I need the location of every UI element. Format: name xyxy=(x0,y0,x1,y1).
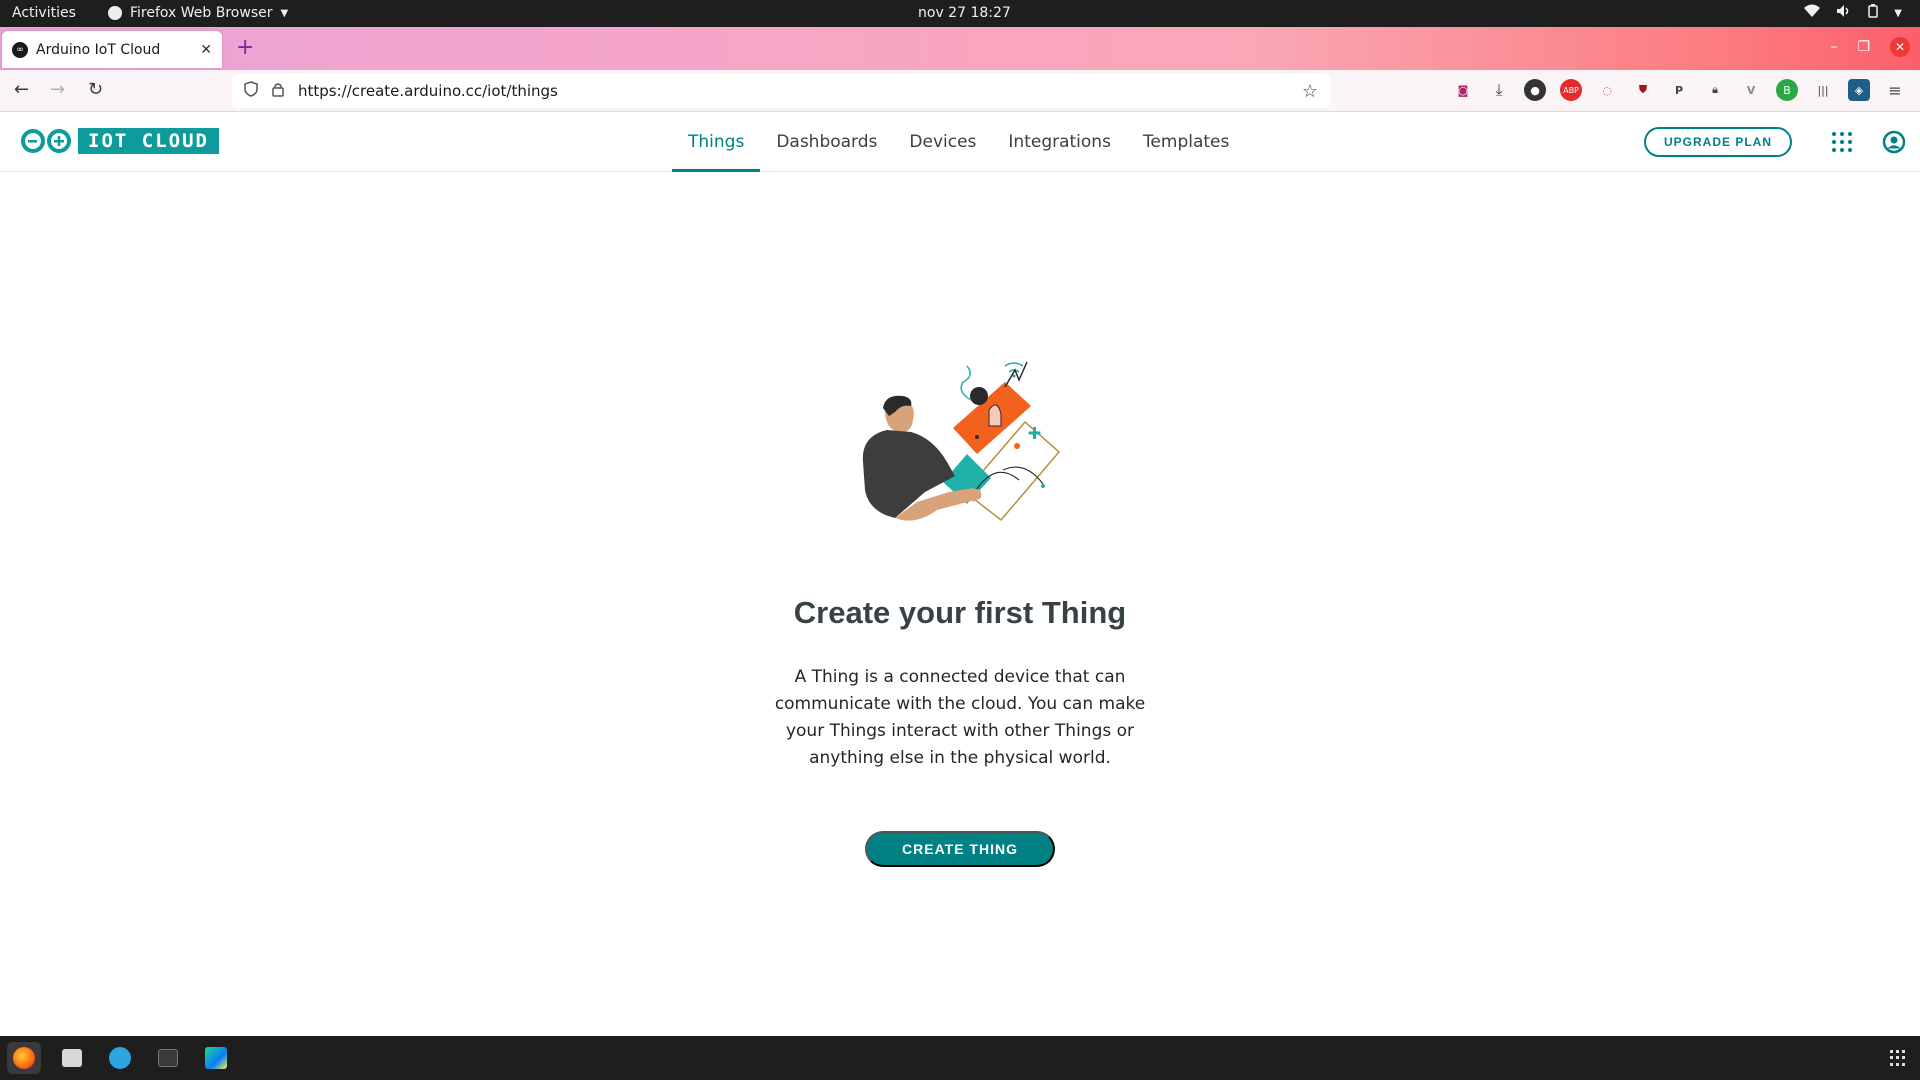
lock-icon[interactable] xyxy=(272,82,284,101)
nav-templates[interactable]: Templates xyxy=(1127,112,1245,172)
system-top-bar: Activities Firefox Web Browser ▼ nov 27 … xyxy=(0,0,1920,27)
extension-bars-icon[interactable]: ||| xyxy=(1812,79,1834,101)
restore-icon[interactable]: ❐ xyxy=(1857,39,1870,55)
tab-title: Arduino IoT Cloud xyxy=(36,41,161,58)
app-menu[interactable]: Firefox Web Browser ▼ xyxy=(108,5,288,21)
navigation-toolbar: ← → ↻ https://create.arduino.cc/iot/thin… xyxy=(0,70,1920,112)
apps-grid-icon[interactable] xyxy=(1832,132,1852,152)
tab-arduino-iot-cloud[interactable]: ∞ Arduino IoT Cloud ✕ xyxy=(2,31,222,68)
extension-blue-icon[interactable]: ◈ xyxy=(1848,79,1870,101)
app-menu-label: Firefox Web Browser xyxy=(130,5,273,21)
person-with-board-illustration xyxy=(855,342,1070,542)
wifi-icon xyxy=(1804,4,1821,22)
taskbar xyxy=(0,1036,1920,1080)
extension-toolbar: ◙ ⤓ ● ABP ◌ ⛊ P 🔒︎ V B ||| ◈ ≡ xyxy=(1452,79,1906,101)
terminal-taskbar-icon[interactable] xyxy=(151,1042,185,1074)
hamburger-menu-icon[interactable]: ≡ xyxy=(1884,79,1906,101)
things-empty-state: Create your first Thing A Thing is a con… xyxy=(0,172,1920,1036)
files-taskbar-icon[interactable] xyxy=(55,1042,89,1074)
caret-down-icon: ▼ xyxy=(280,7,289,19)
nav-dashboards[interactable]: Dashboards xyxy=(760,112,893,172)
empty-state-description: A Thing is a connected device that can c… xyxy=(774,667,1146,768)
app-header: IOT CLOUD Things Dashboards Devices Inte… xyxy=(0,112,1920,172)
extension-v-icon[interactable]: V xyxy=(1740,79,1762,101)
lock-extension-icon[interactable]: 🔒︎ xyxy=(1704,79,1726,101)
ublock-icon[interactable]: ⛊ xyxy=(1632,79,1654,101)
new-tab-button[interactable]: + xyxy=(236,35,254,60)
back-arrow-icon[interactable]: ← xyxy=(14,79,29,100)
logo-wordmark: IOT CLOUD xyxy=(78,128,219,154)
create-thing-button[interactable]: CREATE THING xyxy=(865,831,1055,867)
activities-button[interactable]: Activities xyxy=(12,5,76,21)
main-nav: Things Dashboards Devices Integrations T… xyxy=(672,112,1245,172)
system-clock[interactable]: nov 27 18:27 xyxy=(918,5,1011,21)
nav-devices[interactable]: Devices xyxy=(893,112,992,172)
firefox-small-icon xyxy=(108,6,122,20)
battery-icon xyxy=(1868,4,1879,22)
nav-things[interactable]: Things xyxy=(672,112,761,172)
webstorm-taskbar-icon[interactable] xyxy=(199,1042,233,1074)
minimize-icon[interactable]: – xyxy=(1830,39,1837,55)
close-tab-icon[interactable]: ✕ xyxy=(200,42,212,58)
account-icon[interactable] xyxy=(1882,130,1906,158)
nav-integrations[interactable]: Integrations xyxy=(992,112,1127,172)
upgrade-plan-button[interactable]: UPGRADE PLAN xyxy=(1644,127,1792,157)
system-tray[interactable]: ▼ xyxy=(1804,4,1902,22)
bookmark-star-icon[interactable]: ☆ xyxy=(1302,81,1318,102)
arduino-infinity-icon xyxy=(20,129,72,153)
close-window-icon[interactable]: ✕ xyxy=(1890,37,1910,57)
tracking-shield-icon[interactable] xyxy=(244,81,258,101)
telegram-taskbar-icon[interactable] xyxy=(103,1042,137,1074)
extension-circle-icon[interactable]: ◌ xyxy=(1596,79,1618,101)
adblock-plus-icon[interactable]: ABP xyxy=(1560,79,1582,101)
pocket-icon[interactable]: ◙ xyxy=(1452,79,1474,101)
volume-icon xyxy=(1836,4,1852,22)
empty-state-title: Create your first Thing xyxy=(793,595,1127,630)
forward-arrow-icon[interactable]: → xyxy=(50,79,65,100)
arduino-favicon-icon: ∞ xyxy=(12,41,28,58)
iot-cloud-logo[interactable]: IOT CLOUD xyxy=(20,128,219,154)
extension-dark-icon[interactable]: ● xyxy=(1524,79,1546,101)
show-applications-icon[interactable] xyxy=(1890,1050,1906,1066)
window-controls: – ❐ ✕ xyxy=(1830,37,1910,57)
url-text[interactable]: https://create.arduino.cc/iot/things xyxy=(298,82,1302,100)
extension-green-icon[interactable]: B xyxy=(1776,79,1798,101)
extension-p-icon[interactable]: P xyxy=(1668,79,1690,101)
url-bar[interactable]: https://create.arduino.cc/iot/things ☆ xyxy=(232,74,1330,108)
tab-strip: ∞ Arduino IoT Cloud ✕ + – ❐ ✕ xyxy=(0,27,1920,70)
download-icon[interactable]: ⤓ xyxy=(1488,79,1510,101)
system-menu-caret-icon: ▼ xyxy=(1894,7,1902,19)
reload-icon[interactable]: ↻ xyxy=(88,79,103,100)
firefox-taskbar-icon[interactable] xyxy=(7,1042,41,1074)
